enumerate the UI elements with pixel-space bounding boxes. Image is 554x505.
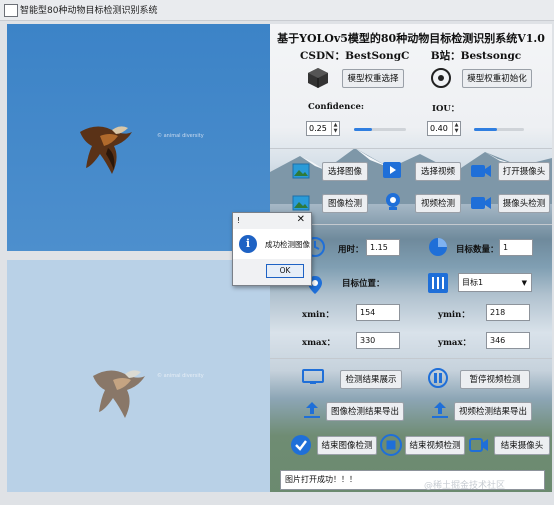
- export-image-button[interactable]: 图像检测结果导出: [326, 402, 404, 421]
- bilibili-value: Bestsongc: [460, 50, 522, 62]
- target-select[interactable]: 目标1 ▼: [458, 273, 532, 292]
- eagle-result-image: [93, 370, 145, 418]
- xmin-label: xmin：: [302, 310, 334, 320]
- position-label: 目标位置：: [342, 279, 385, 289]
- end-video-button[interactable]: 结束视频检测: [405, 436, 465, 455]
- chevron-down-icon[interactable]: ▼: [522, 274, 527, 292]
- video-file-icon: [383, 162, 401, 178]
- stop-icon: [380, 434, 402, 456]
- info-icon: i: [239, 235, 257, 253]
- confidence-label: Confidence:: [308, 102, 365, 112]
- xmax-label: xmax：: [302, 338, 336, 348]
- result-image-pane: © animal diversity: [7, 260, 270, 492]
- confidence-slider[interactable]: [354, 128, 406, 131]
- csdn-label: CSDN：: [300, 50, 346, 62]
- monitor-icon: [302, 369, 324, 384]
- result-image-watermark: © animal diversity: [157, 373, 204, 379]
- time-value: 1.15: [366, 239, 400, 256]
- dialog-title: !: [237, 216, 241, 225]
- eagle-image: [80, 126, 132, 174]
- divider: [270, 358, 552, 359]
- divider: [270, 224, 552, 225]
- target-select-value: 目标1: [462, 278, 484, 287]
- select-image-button[interactable]: 选择图像: [322, 162, 368, 181]
- end-camera-button[interactable]: 结束摄像头: [494, 436, 550, 455]
- video-detect-button[interactable]: 视频检测: [415, 194, 461, 213]
- confidence-value: 0.25: [309, 124, 327, 133]
- ymin-value: 218: [486, 304, 530, 321]
- title-bar: 智能型80种动物目标检测识别系统: [0, 0, 554, 21]
- export-video-button[interactable]: 视频检测结果导出: [454, 402, 532, 421]
- time-label: 用时：: [338, 245, 364, 255]
- image-watermark: © animal diversity: [157, 133, 204, 139]
- camera-icon: [471, 165, 491, 177]
- xmin-value: 154: [356, 304, 400, 321]
- xmax-value: 330: [356, 332, 400, 349]
- iou-slider[interactable]: [474, 128, 524, 131]
- cube-icon: [308, 68, 328, 88]
- original-image-pane: © animal diversity: [7, 24, 270, 251]
- ymax-label: ymax：: [438, 338, 472, 348]
- control-panel: 基于YOLOv5模型的80种动物目标检测识别系统V1.0 CSDN：BestSo…: [270, 24, 552, 492]
- iou-spinbox[interactable]: 0.40 ▲ ▼: [427, 121, 461, 136]
- iou-slider-fill: [474, 128, 497, 131]
- pie-chart-icon: [429, 238, 447, 256]
- spin-arrows-icon[interactable]: ▲ ▼: [331, 122, 339, 135]
- select-weights-button[interactable]: 模型权重选择: [342, 69, 404, 88]
- bilibili-label: B站：: [430, 50, 461, 62]
- open-camera-button[interactable]: 打开摄像头: [498, 162, 550, 181]
- message-dialog: ! ✕ i 成功检测图像 OK: [232, 212, 312, 286]
- camera-detect-icon: [471, 197, 491, 209]
- camera-off-icon: [469, 438, 488, 452]
- end-image-button[interactable]: 结束图像检测: [317, 436, 377, 455]
- image-detect-button[interactable]: 图像检测: [322, 194, 368, 213]
- upload-icon: [432, 402, 448, 418]
- system-title: 基于YOLOv5模型的80种动物目标检测识别系统V1.0: [277, 32, 545, 45]
- confidence-spinbox[interactable]: 0.25 ▲ ▼: [306, 121, 340, 136]
- count-value: 1: [499, 239, 533, 256]
- iou-label: IOU：: [432, 104, 460, 114]
- csdn-value: BestSongC: [345, 50, 410, 62]
- image-icon: [292, 163, 310, 179]
- author-info: CSDN：BestSongC B站：Bestsongc: [300, 48, 540, 63]
- weights-init-icon: [431, 68, 451, 88]
- divider: [270, 148, 552, 149]
- upload-icon: [304, 402, 320, 418]
- dialog-message: 成功检测图像: [265, 240, 310, 249]
- status-bar: 图片打开成功！！！: [280, 470, 545, 490]
- check-circle-icon: [291, 435, 311, 455]
- footer-watermark: @稀土掘金技术社区: [424, 481, 506, 491]
- iou-value: 0.40: [430, 124, 448, 133]
- close-icon[interactable]: ✕: [297, 214, 305, 225]
- ok-button[interactable]: OK: [266, 264, 304, 278]
- camera-detect-button[interactable]: 摄像头检测: [498, 194, 550, 213]
- image-detect-icon: [292, 195, 310, 211]
- ymin-label: ymin：: [438, 310, 470, 320]
- pause-icon: [428, 368, 448, 388]
- pause-video-button[interactable]: 暂停视频检测: [460, 370, 530, 389]
- count-label: 目标数量：: [456, 245, 499, 255]
- init-weights-button[interactable]: 模型权重初始化: [462, 69, 532, 88]
- select-video-button[interactable]: 选择视频: [415, 162, 461, 181]
- app-icon: [4, 4, 18, 17]
- webcam-icon: [386, 193, 400, 210]
- show-results-button[interactable]: 检测结果展示: [340, 370, 402, 389]
- ymax-value: 346: [486, 332, 530, 349]
- target-list-icon: [428, 273, 448, 293]
- main-window: 智能型80种动物目标检测识别系统 © animal diversity © an…: [0, 0, 554, 505]
- confidence-slider-fill: [354, 128, 373, 131]
- dialog-title-bar: ! ✕: [233, 213, 311, 229]
- spin-arrows-icon[interactable]: ▲ ▼: [452, 122, 460, 135]
- window-title: 智能型80种动物目标检测识别系统: [20, 6, 158, 16]
